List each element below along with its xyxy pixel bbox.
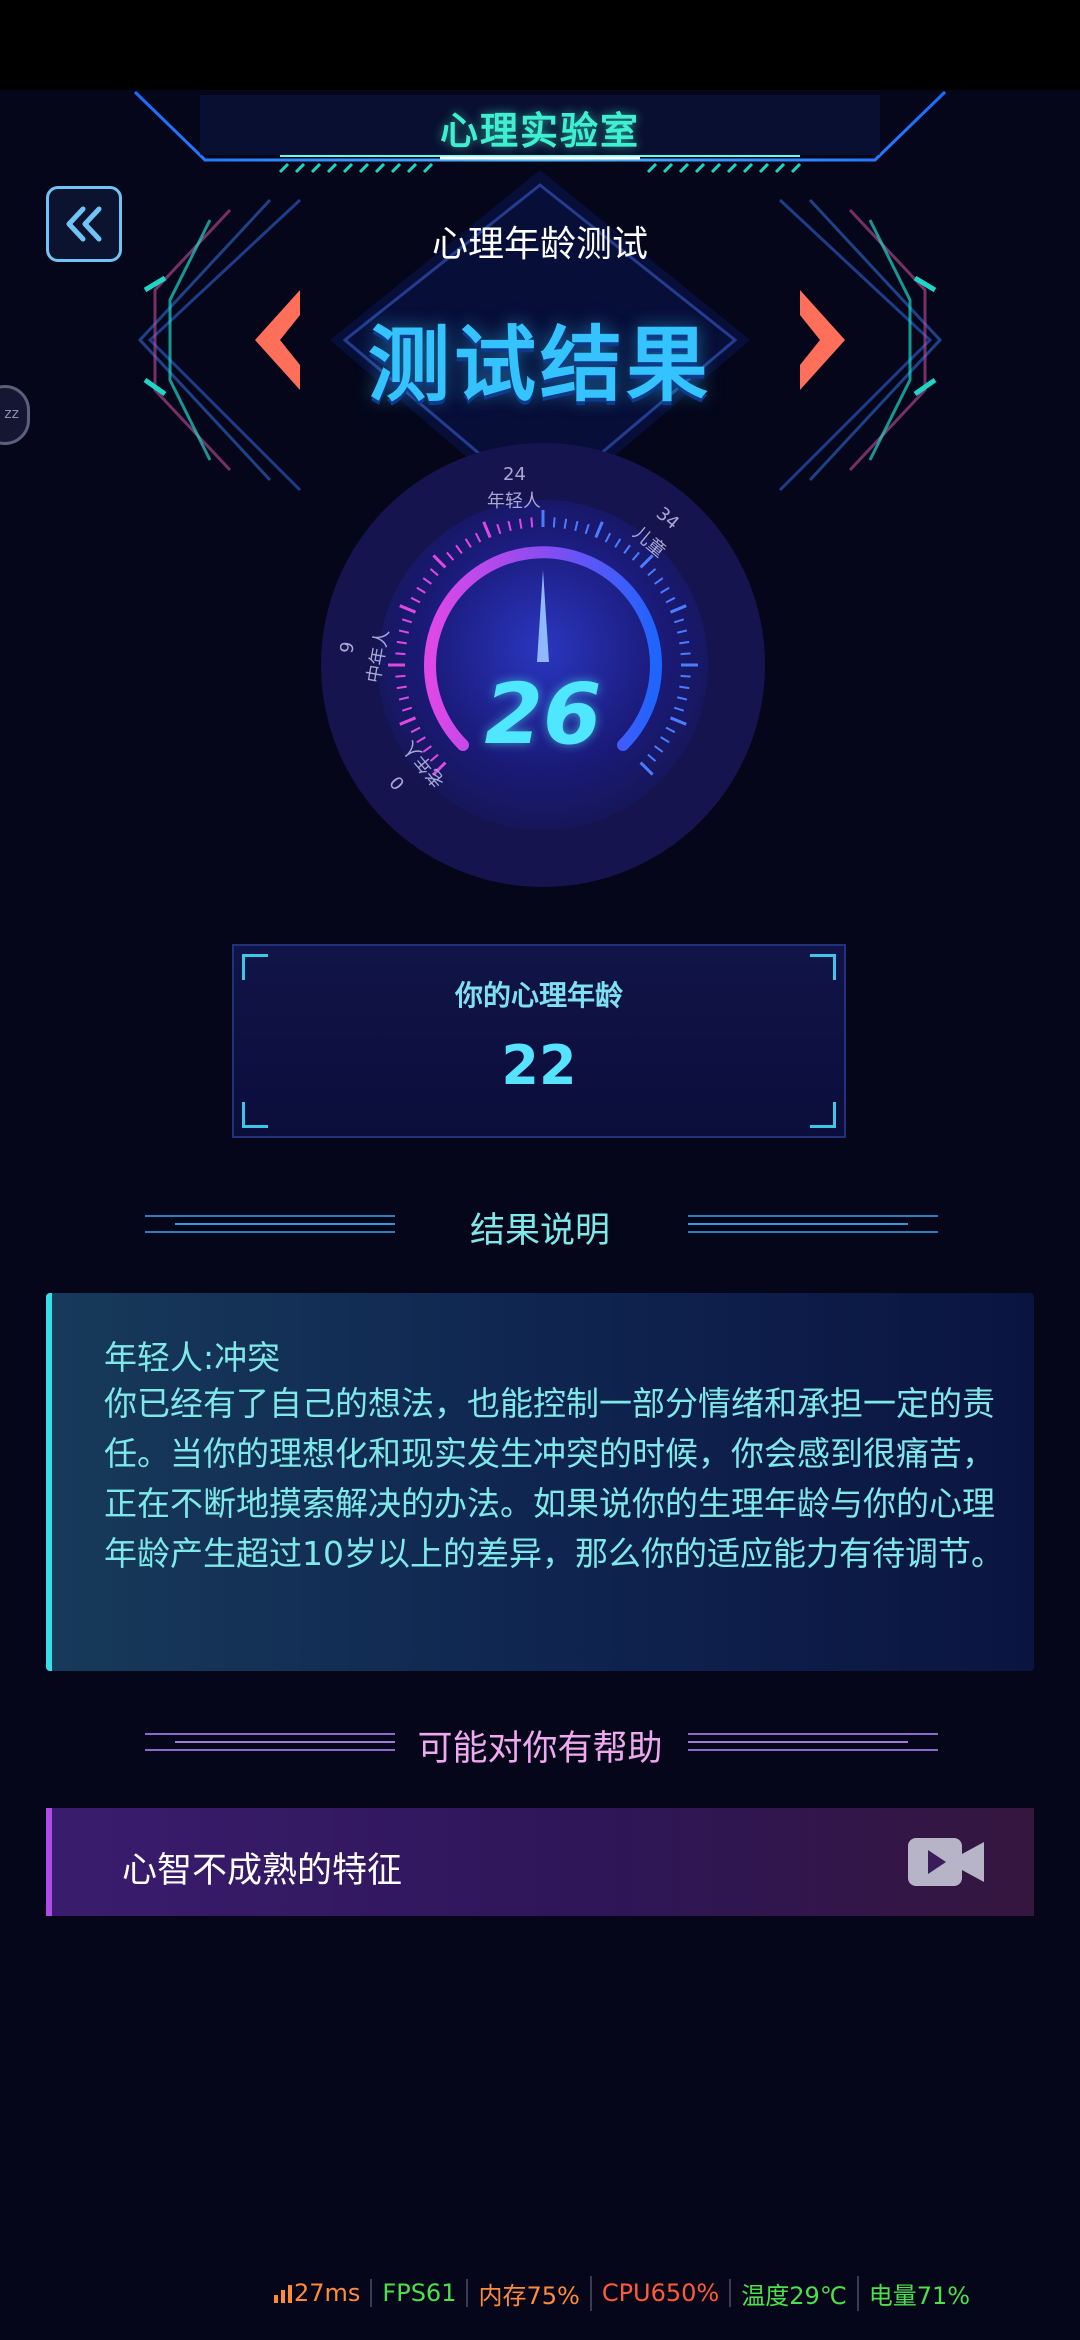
perf-battery: 电量71% <box>868 2281 971 2310</box>
help-item[interactable]: 心智不成熟的特征 <box>46 1808 1034 1916</box>
heading-lines-right <box>688 1215 938 1233</box>
gauge-tick <box>395 652 406 656</box>
gauge-label-young: 年轻人 <box>487 491 541 512</box>
result-value: 22 <box>501 1034 577 1097</box>
help-heading: 可能对你有帮助 <box>0 1712 1080 1772</box>
gauge-tick <box>530 517 534 528</box>
video-camera-icon[interactable] <box>908 1836 984 1888</box>
signal-bars-icon <box>274 2285 292 2303</box>
corner-decoration <box>242 1102 268 1128</box>
page-subtitle: 心理年龄测试 <box>431 224 648 265</box>
page: 心理实验室 心理年龄测试 测试结果 zz 26 24 年轻人 34 儿童 9 中… <box>0 0 1080 2340</box>
explanation-heading: 结果说明 <box>0 1194 1080 1254</box>
perf-temperature: 温度29℃ <box>731 2275 859 2311</box>
heading-lines-right <box>688 1733 938 1751</box>
app-title: 心理实验室 <box>439 109 640 153</box>
gauge-label-young-num: 24 <box>503 464 526 485</box>
result-label: 你的心理年龄 <box>454 979 623 1012</box>
explanation-title: 年轻人:冲突 <box>104 1338 281 1377</box>
performance-overlay: 27ms FPS61 内存75% CPU650% 温度29℃ 电量71% <box>264 2275 980 2311</box>
perf-latency-text: 27ms <box>294 2279 361 2307</box>
gauge-tick <box>680 652 691 656</box>
page-title: 测试结果 <box>367 318 712 413</box>
perf-cpu: CPU650% <box>592 2279 732 2307</box>
gauge-tick <box>552 517 556 528</box>
help-item-label: 心智不成熟的特征 <box>122 1851 403 1891</box>
result-box: 你的心理年龄 22 <box>232 944 846 1138</box>
status-bar <box>0 0 1080 90</box>
perf-memory: 内存75% <box>468 2275 592 2311</box>
explanation-body: 你已经有了自己的想法，也能控制一部分情绪和承担一定的责任。当你的理想化和现实发生… <box>104 1384 1004 1573</box>
corner-decoration <box>810 1102 836 1128</box>
perf-latency: 27ms <box>264 2279 373 2307</box>
explanation-card: 年轻人:冲突 你已经有了自己的想法，也能控制一部分情绪和承担一定的责任。当你的理… <box>46 1293 1034 1671</box>
perf-fps: FPS61 <box>372 2279 469 2307</box>
